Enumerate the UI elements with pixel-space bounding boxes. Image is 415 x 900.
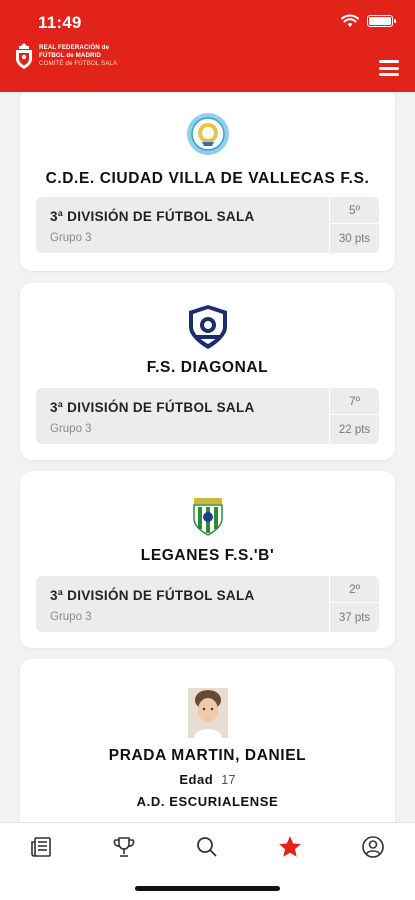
team-crest-icon [192,498,223,536]
logo-line-3: COMITÉ de FÚTBOL SALA [39,60,118,67]
team-card[interactable]: C.D.E. CIUDAD VILLA DE VALLECAS F.S. 3ª … [20,92,395,271]
team-crest-icon [186,113,229,155]
status-icons [341,14,396,28]
tab-favorites[interactable] [276,833,304,861]
competition-group: Grupo 3 [50,423,92,435]
status-time: 11:49 [38,13,82,32]
player-club: A.D. ESCURIALENSE [136,794,279,809]
standing-box: 2º 37 pts [329,576,379,632]
team-name: LEGANES F.S.'B' [140,547,275,564]
bottom-tab-bar [0,822,415,900]
user-icon [362,836,384,858]
team-card[interactable]: F.S. DIAGONAL 3ª DIVISIÓN DE FÚTBOL SALA… [20,283,395,460]
search-icon [197,837,217,857]
logo-line-1: REAL FEDERACIÓN de [39,44,110,51]
standing-box: 7º 22 pts [329,388,379,444]
competition-name: 3ª DIVISIÓN DE FÚTBOL SALA [50,400,255,415]
team-name: C.D.E. CIUDAD VILLA DE VALLECAS F.S. [45,170,370,187]
competition-row[interactable]: 3ª DIVISIÓN DE FÚTBOL SALA Grupo 3 5º 30… [36,197,379,253]
team-card[interactable]: LEGANES F.S.'B' 3ª DIVISIÓN DE FÚTBOL SA… [20,471,395,648]
tab-search[interactable] [193,833,221,861]
age-label: Edad [179,772,214,787]
trophy-icon [113,837,135,857]
player-avatar-icon [187,688,228,738]
standing-position: 7º [330,388,379,415]
logo-line-2: FÚTBOL de MADRID [39,52,101,59]
player-name: PRADA MARTIN, DANIEL [108,747,307,764]
competition-group: Grupo 3 [50,611,92,623]
team-crest-icon [188,305,227,349]
competition-group: Grupo 3 [50,232,92,244]
age-value: 17 [221,772,236,787]
competition-name: 3ª DIVISIÓN DE FÚTBOL SALA [50,209,255,224]
app-header: 11:49 REAL FEDERACIÓN de FÚTBOL de MADRI… [0,0,415,92]
competition-name: 3ª DIVISIÓN DE FÚTBOL SALA [50,588,255,603]
tab-competitions[interactable] [110,833,138,861]
federation-logo[interactable]: REAL FEDERACIÓN de FÚTBOL de MADRID COMI… [14,42,117,70]
battery-icon [367,15,396,27]
standing-points: 37 pts [338,612,371,624]
crest-icon [16,43,32,69]
federation-name: REAL FEDERACIÓN de FÚTBOL de MADRID COMI… [39,44,117,68]
standing-points: 22 pts [338,424,371,436]
player-age-row: Edad 17 [20,772,395,787]
news-icon [31,837,51,857]
standing-points: 30 pts [338,233,371,245]
hamburger-menu-icon[interactable] [379,60,399,76]
standing-box: 5º 30 pts [329,197,379,253]
team-name: F.S. DIAGONAL [146,359,269,376]
star-icon [279,836,301,857]
wifi-icon [341,14,359,27]
tab-profile[interactable] [359,833,387,861]
player-photo [187,688,228,738]
standing-position: 5º [330,197,379,224]
competition-row[interactable]: 3ª DIVISIÓN DE FÚTBOL SALA Grupo 3 7º 22… [36,388,379,444]
home-indicator [135,886,280,891]
tab-news[interactable] [28,833,56,861]
standing-position: 2º [330,576,379,603]
player-card[interactable]: PRADA MARTIN, DANIEL Edad 17 A.D. ESCURIA… [20,659,395,822]
competition-row[interactable]: 3ª DIVISIÓN DE FÚTBOL SALA Grupo 3 2º 37… [36,576,379,632]
favorites-list[interactable]: C.D.E. CIUDAD VILLA DE VALLECAS F.S. 3ª … [0,92,415,822]
